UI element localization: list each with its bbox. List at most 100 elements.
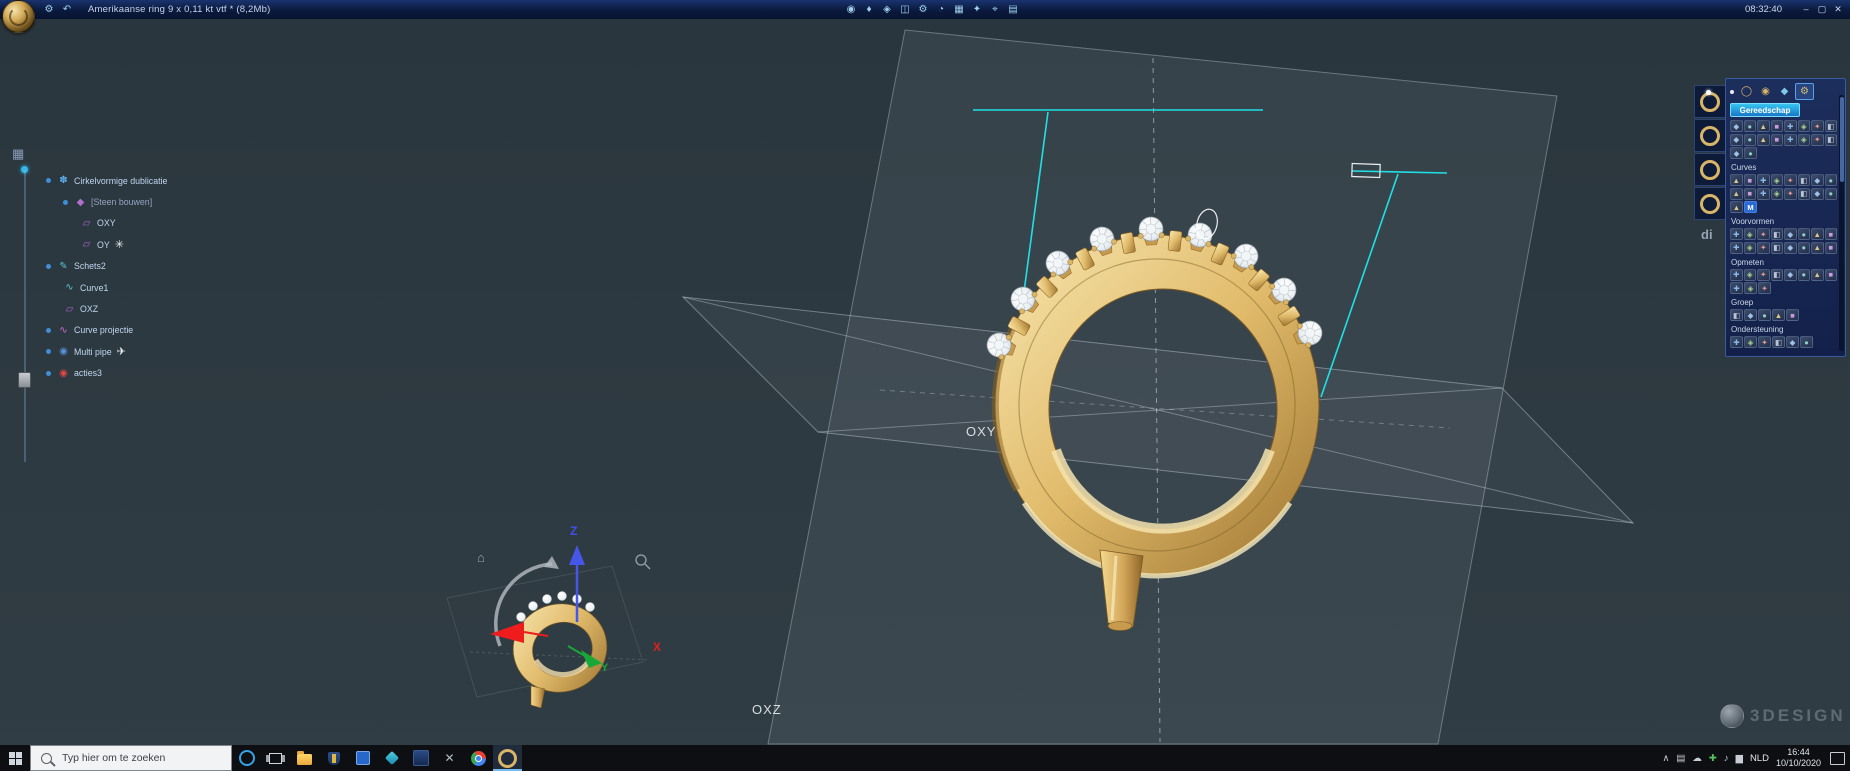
- tool-icon[interactable]: ✚: [1757, 174, 1770, 186]
- tool-icon[interactable]: ●: [1744, 147, 1757, 159]
- tool-icon[interactable]: ◧: [1798, 174, 1811, 186]
- tool-icon[interactable]: ✚: [1730, 336, 1743, 348]
- blue-app-button[interactable]: [348, 745, 377, 771]
- tool-icon[interactable]: ■: [1825, 242, 1838, 254]
- tool-icon[interactable]: ▲: [1811, 269, 1824, 281]
- view-toolbar-icon[interactable]: ◈: [878, 0, 896, 19]
- cortana-button[interactable]: [232, 745, 261, 771]
- start-button[interactable]: [0, 745, 30, 771]
- tool-icon[interactable]: ✦: [1784, 174, 1797, 186]
- tree-item[interactable]: ∿Curve1: [40, 277, 240, 298]
- tray-icon[interactable]: ▆: [1736, 753, 1743, 764]
- tray-icon[interactable]: ▤: [1676, 753, 1685, 764]
- tool-icon[interactable]: ■: [1825, 228, 1838, 240]
- action-center-icon[interactable]: [1830, 752, 1845, 765]
- tool-icon[interactable]: ◈: [1744, 228, 1757, 240]
- file-explorer-button[interactable]: [290, 745, 319, 771]
- tree-item[interactable]: ∿Curve projectie: [40, 320, 240, 341]
- view-toolbar-icon[interactable]: ◔: [932, 0, 950, 19]
- tool-icon[interactable]: ◧: [1772, 336, 1785, 348]
- tool-icon[interactable]: ●: [1798, 242, 1811, 254]
- tool-icon[interactable]: ◧: [1798, 188, 1811, 200]
- tool-icon[interactable]: ◧: [1771, 269, 1784, 281]
- tool-icon[interactable]: ◆: [1786, 336, 1799, 348]
- library-tab-ring-gem[interactable]: [1694, 85, 1726, 118]
- viewport-3d[interactable]: [0, 0, 1850, 771]
- tool-icon[interactable]: ◆: [1730, 120, 1743, 132]
- tool-icon[interactable]: ▲: [1811, 242, 1824, 254]
- teal-app-button[interactable]: [377, 745, 406, 771]
- panel-tab-icon[interactable]: ◯: [1738, 84, 1755, 99]
- tool-icon[interactable]: ◆: [1784, 228, 1797, 240]
- tree-item[interactable]: ◉acties3: [40, 363, 240, 384]
- tool-icon[interactable]: ✦: [1811, 134, 1824, 146]
- mini-navigator[interactable]: [447, 545, 650, 708]
- tool-icon[interactable]: ▲: [1757, 134, 1770, 146]
- view-toolbar-icon[interactable]: ◫: [896, 0, 914, 19]
- tool-icon[interactable]: ◈: [1744, 336, 1757, 348]
- panel-tab-icon[interactable]: ⚙: [1795, 83, 1814, 100]
- tool-icon[interactable]: ◈: [1744, 282, 1757, 294]
- tool-icon[interactable]: ■: [1825, 269, 1838, 281]
- view-toolbar-icon[interactable]: ⚙: [914, 0, 932, 19]
- tool-icon[interactable]: ✦: [1784, 188, 1797, 200]
- view-toolbar-icon[interactable]: ▤: [1004, 0, 1022, 19]
- panel-tab-icon[interactable]: ◆: [1776, 84, 1793, 99]
- tool-icon[interactable]: ●: [1744, 120, 1757, 132]
- tree-grid-icon[interactable]: ▦: [12, 146, 24, 162]
- tray-icon[interactable]: ✚: [1709, 753, 1717, 764]
- timeline-slider[interactable]: [18, 372, 31, 388]
- tool-icon[interactable]: ●: [1800, 336, 1813, 348]
- panel-handle-icon[interactable]: [1730, 90, 1734, 94]
- tool-icon[interactable]: ■: [1771, 134, 1784, 146]
- tool-icon[interactable]: ✚: [1784, 134, 1797, 146]
- view-toolbar-icon[interactable]: ♦: [860, 0, 878, 19]
- tool-icon[interactable]: ▲: [1772, 309, 1785, 321]
- language-indicator[interactable]: NLD: [1750, 753, 1769, 764]
- scrollbar-thumb[interactable]: [1840, 97, 1844, 182]
- view-toolbar-icon[interactable]: ✦: [968, 0, 986, 19]
- chrome-button[interactable]: [464, 745, 493, 771]
- search-input[interactable]: [60, 751, 224, 765]
- tree-item[interactable]: ▱OXZ: [40, 298, 240, 319]
- tool-icon[interactable]: ◆: [1784, 269, 1797, 281]
- tree-item[interactable]: ✽Cirkelvormige dublicatie: [40, 170, 240, 191]
- task-view-button[interactable]: [261, 745, 290, 771]
- tool-icon[interactable]: ■: [1771, 120, 1784, 132]
- tool-icon[interactable]: ◧: [1825, 134, 1838, 146]
- tool-icon[interactable]: ▲: [1730, 201, 1743, 213]
- tool-icon[interactable]: ●: [1758, 309, 1771, 321]
- tree-item[interactable]: ◉Multi pipe✈: [40, 341, 240, 362]
- tool-icon[interactable]: ■: [1744, 188, 1757, 200]
- tray-icon[interactable]: ♪: [1724, 753, 1729, 764]
- tool-icon[interactable]: ◆: [1730, 147, 1743, 159]
- close-app-button[interactable]: ✕: [435, 745, 464, 771]
- dark-app-button[interactable]: [406, 745, 435, 771]
- tree-item[interactable]: ◆[Steen bouwen]: [40, 191, 240, 212]
- app-logo-icon[interactable]: [2, 0, 35, 33]
- tool-icon[interactable]: ◆: [1811, 174, 1824, 186]
- tool-icon[interactable]: ■: [1786, 309, 1799, 321]
- tool-icon[interactable]: ✦: [1757, 242, 1770, 254]
- tool-icon[interactable]: ●: [1825, 188, 1838, 200]
- tool-icon[interactable]: ▲: [1757, 120, 1770, 132]
- tree-item[interactable]: ✎Schets2: [40, 256, 240, 277]
- maximize-button[interactable]: ▢: [1814, 0, 1830, 19]
- tool-icon[interactable]: ◧: [1771, 228, 1784, 240]
- tool-icon[interactable]: ◈: [1798, 134, 1811, 146]
- tool-icon[interactable]: ▲: [1730, 188, 1743, 200]
- titlebar-tool-icon[interactable]: ↶: [58, 0, 76, 19]
- tool-icon[interactable]: ◈: [1771, 174, 1784, 186]
- tool-icon[interactable]: ●: [1825, 174, 1838, 186]
- 3design-app-button[interactable]: [493, 745, 522, 771]
- view-toolbar-icon[interactable]: ▦: [950, 0, 968, 19]
- tool-icon[interactable]: ◈: [1798, 120, 1811, 132]
- tool-icon[interactable]: ✦: [1758, 282, 1771, 294]
- panel-tab-icon[interactable]: ◉: [1757, 84, 1774, 99]
- tool-icon[interactable]: ◆: [1784, 242, 1797, 254]
- tool-icon[interactable]: ◈: [1771, 188, 1784, 200]
- tool-icon[interactable]: ◆: [1811, 188, 1824, 200]
- tree-item[interactable]: ▱OY✳: [40, 234, 240, 255]
- tool-icon[interactable]: ◧: [1825, 120, 1838, 132]
- tool-icon[interactable]: ✚: [1730, 269, 1743, 281]
